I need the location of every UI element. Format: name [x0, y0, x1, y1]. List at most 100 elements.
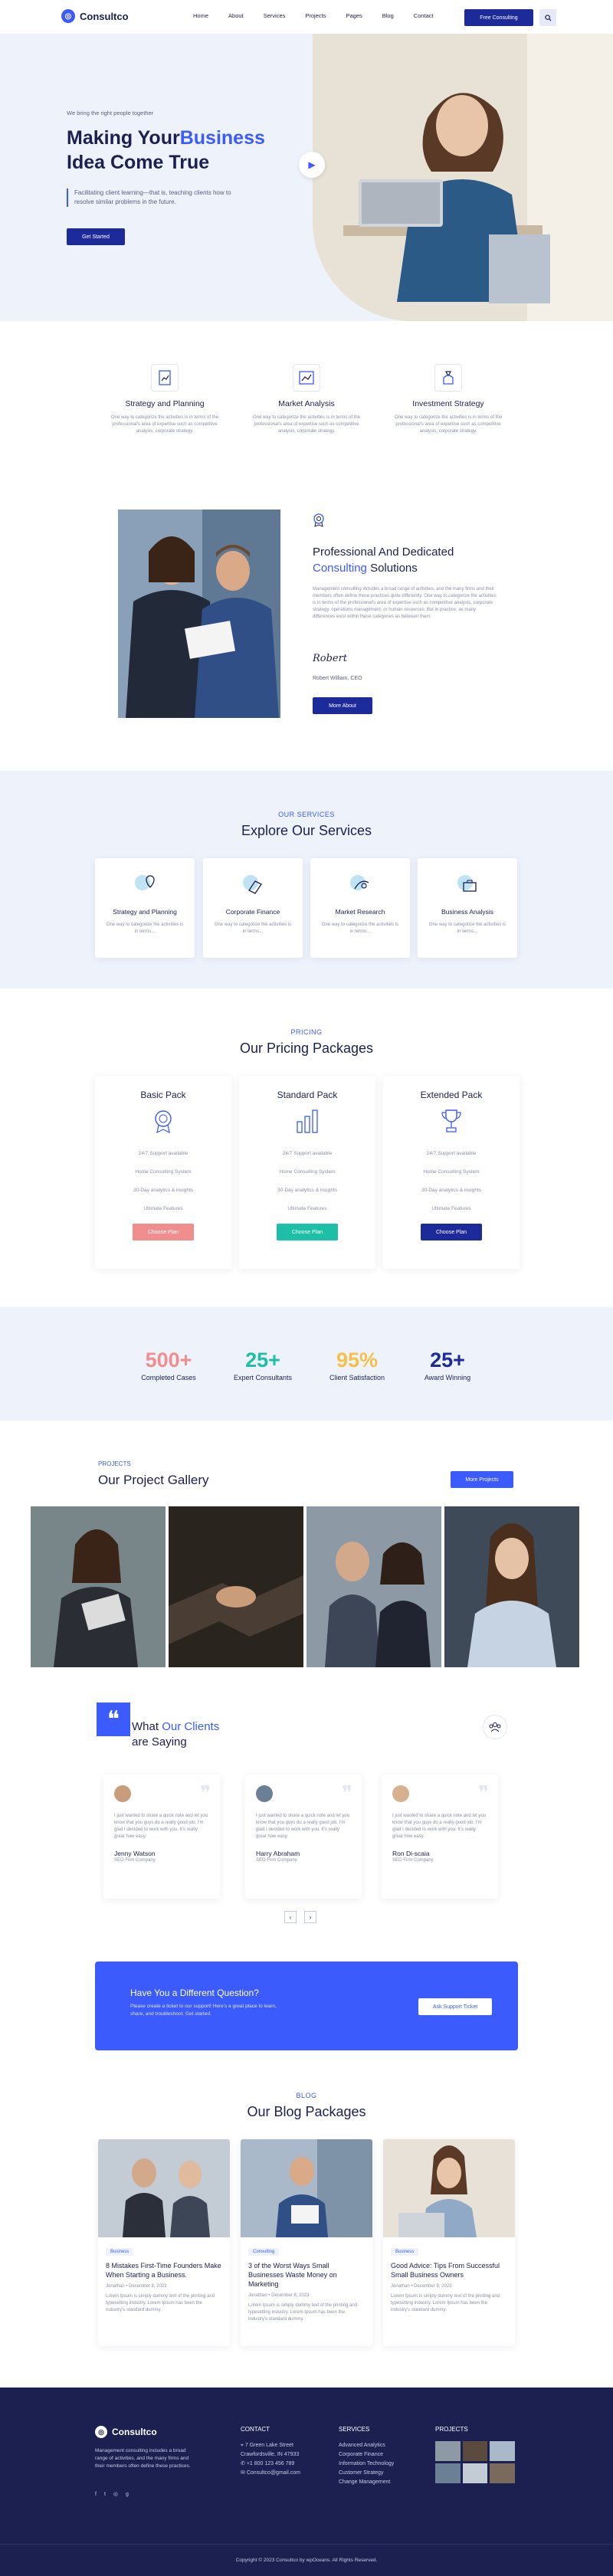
project-thumb[interactable] — [435, 2441, 461, 2461]
blog-category[interactable]: Business — [391, 2248, 419, 2256]
prev-testimonial-button[interactable]: ‹ — [284, 1911, 297, 1923]
blog-card[interactable]: Business Good Advice: Tips From Successf… — [383, 2139, 515, 2346]
blog-photo-consulting — [241, 2139, 372, 2237]
nav-blog[interactable]: Blog — [382, 12, 394, 19]
hero-description: Facilitating client learning—that is, te… — [67, 188, 235, 207]
quote-mark-icon: ❞ — [478, 1782, 489, 1804]
blog-category[interactable]: Consulting — [248, 2248, 280, 2256]
services-heading: OUR SERVICES Explore Our Services — [0, 811, 613, 839]
pricing-card-standard: Standard Pack 24/7 Support available Hom… — [239, 1076, 375, 1269]
footer-service-link[interactable]: Information Technology — [339, 2460, 394, 2469]
about-paragraph: Management consulting includes a broad r… — [313, 587, 497, 619]
testimonial-text: I just wanted to share a quick note and … — [392, 1814, 487, 1839]
footer-service-link[interactable]: Advanced Analytics — [339, 2441, 394, 2450]
avatar — [392, 1785, 409, 1802]
twitter-icon[interactable]: t — [104, 2490, 106, 2499]
footer-projects-heading: PROJECTS — [435, 2426, 468, 2433]
nav-pages[interactable]: Pages — [346, 12, 362, 19]
copyright: Copyright © 2023 Consultco by wpOceans. … — [235, 2558, 378, 2563]
project-thumb[interactable] — [462, 2441, 488, 2461]
project-thumb[interactable] — [490, 2441, 515, 2461]
arrow-left-icon: ‹ — [289, 1913, 292, 1921]
search-icon — [544, 14, 552, 21]
blog-post-title[interactable]: Good Advice: Tips From Successful Small … — [391, 2261, 507, 2279]
project-thumb[interactable] — [462, 2463, 488, 2483]
nav-projects[interactable]: Projects — [305, 12, 326, 19]
project-image-2[interactable] — [169, 1506, 303, 1667]
next-testimonial-button[interactable]: › — [304, 1911, 316, 1923]
blog-heading: BLOG Our Blog Packages — [0, 2092, 613, 2120]
blog-meta: Jonathan • December 8, 2023 — [248, 2293, 310, 2298]
avatar — [256, 1785, 273, 1802]
blog-card[interactable]: Consulting 3 of the Worst Ways Small Bus… — [241, 2139, 372, 2346]
hero-title: Making YourBusiness Idea Come True — [67, 126, 312, 175]
stat-expert-consultants: 25+ Expert Consultants — [217, 1349, 309, 1381]
more-projects-button[interactable]: More Projects — [451, 1471, 513, 1488]
free-consulting-button[interactable]: Free Consulting — [464, 9, 533, 26]
service-card-strategy[interactable]: Strategy and Planning One way to categor… — [95, 858, 195, 958]
blog-category[interactable]: Business — [106, 2248, 134, 2256]
services-title: Explore Our Services — [241, 823, 372, 838]
plan-feature: 30-Day analytics & insights — [133, 1188, 194, 1193]
logo-icon: ◎ — [61, 9, 75, 23]
get-started-button[interactable]: Get Started — [67, 228, 125, 245]
choose-plan-button[interactable]: Choose Plan — [421, 1224, 482, 1240]
stat-completed-cases: 500+ Completed Cases — [123, 1349, 215, 1381]
stat-value: 25+ — [245, 1349, 280, 1372]
more-about-button[interactable]: More About — [313, 697, 372, 714]
footer-phone[interactable]: ✆ +1 800 123 456 789 — [241, 2460, 333, 2469]
google-plus-icon[interactable]: g — [126, 2490, 129, 2499]
blog-title: Our Blog Packages — [247, 2104, 366, 2119]
testimonial-card: ❞ I just wanted to share a quick note an… — [103, 1775, 220, 1899]
hero-woman-illustration — [313, 34, 613, 321]
ask-support-ticket-button[interactable]: Ask Support Ticket — [418, 1998, 492, 2015]
project-image-3[interactable] — [306, 1506, 441, 1667]
hero-eyebrow: We bring the right people together — [67, 110, 154, 116]
plan-feature: Home Consulting System — [135, 1169, 192, 1175]
project-image-4[interactable] — [444, 1506, 579, 1667]
instagram-icon[interactable]: ◎ — [113, 2490, 118, 2499]
choose-plan-button[interactable]: Choose Plan — [277, 1224, 338, 1240]
service-card-finance[interactable]: Corporate Finance One way to categorize … — [203, 858, 303, 958]
blog-post-title[interactable]: 8 Mistakes First-Time Founders Make When… — [106, 2261, 222, 2279]
footer-email-value: Consultco@gmail.com — [246, 2470, 300, 2476]
clients-badge — [483, 1715, 507, 1739]
testimonial-name: Jenny Watson — [114, 1850, 156, 1857]
document-chart-icon — [151, 364, 179, 392]
service-card-research[interactable]: Market Research One way to categorize th… — [310, 858, 410, 958]
project-image-1[interactable] — [31, 1506, 166, 1667]
service-card-analysis[interactable]: Business Analysis One way to categorize … — [418, 858, 517, 958]
facebook-icon[interactable]: f — [95, 2490, 97, 2499]
pricing-card-basic: Basic Pack 24/7 Support available Home C… — [95, 1076, 231, 1269]
feature-strategy: Strategy and Planning One way to categor… — [103, 364, 226, 435]
nav-services[interactable]: Services — [264, 12, 286, 19]
footer-logo[interactable]: ◎ Consultco — [95, 2426, 157, 2438]
footer-service-link[interactable]: Corporate Finance — [339, 2450, 394, 2460]
blog-post-title[interactable]: 3 of the Worst Ways Small Businesses Was… — [248, 2261, 365, 2289]
about-title: Professional And Dedicated Consulting So… — [313, 544, 497, 576]
testimonial-card: ❞ I just wanted to share a quick note an… — [245, 1775, 362, 1899]
team-meeting-photo — [306, 1506, 441, 1667]
support-text: Please create a ticket to our support! H… — [130, 2004, 277, 2017]
choose-plan-button[interactable]: Choose Plan — [133, 1224, 194, 1240]
nav-contact[interactable]: Contact — [414, 12, 434, 19]
brand-logo[interactable]: ◎ Consultco — [61, 9, 129, 23]
testimonials-title-part-2: are Saying — [132, 1735, 187, 1748]
blog-photo-business — [98, 2139, 230, 2237]
business-meeting-illustration — [118, 510, 280, 718]
project-thumb[interactable] — [435, 2463, 461, 2483]
feature-text: One way to categorize the activities is … — [394, 415, 503, 434]
feature-title: Investment Strategy — [412, 399, 484, 408]
nav-home[interactable]: Home — [193, 12, 208, 19]
footer-email[interactable]: ✉ Consultco@gmail.com — [241, 2469, 333, 2478]
blog-tag: BLOG — [296, 2092, 317, 2099]
stat-value: 95% — [336, 1349, 379, 1372]
blog-card[interactable]: Business 8 Mistakes First-Time Founders … — [98, 2139, 230, 2346]
project-thumb[interactable] — [490, 2463, 515, 2483]
search-button[interactable] — [539, 9, 556, 26]
hero-image — [313, 34, 613, 321]
footer-service-link[interactable]: Change Management — [339, 2478, 394, 2487]
nav-about[interactable]: About — [228, 12, 244, 19]
services-tag: OUR SERVICES — [278, 811, 335, 818]
footer-service-link[interactable]: Customer Strategy — [339, 2469, 394, 2478]
